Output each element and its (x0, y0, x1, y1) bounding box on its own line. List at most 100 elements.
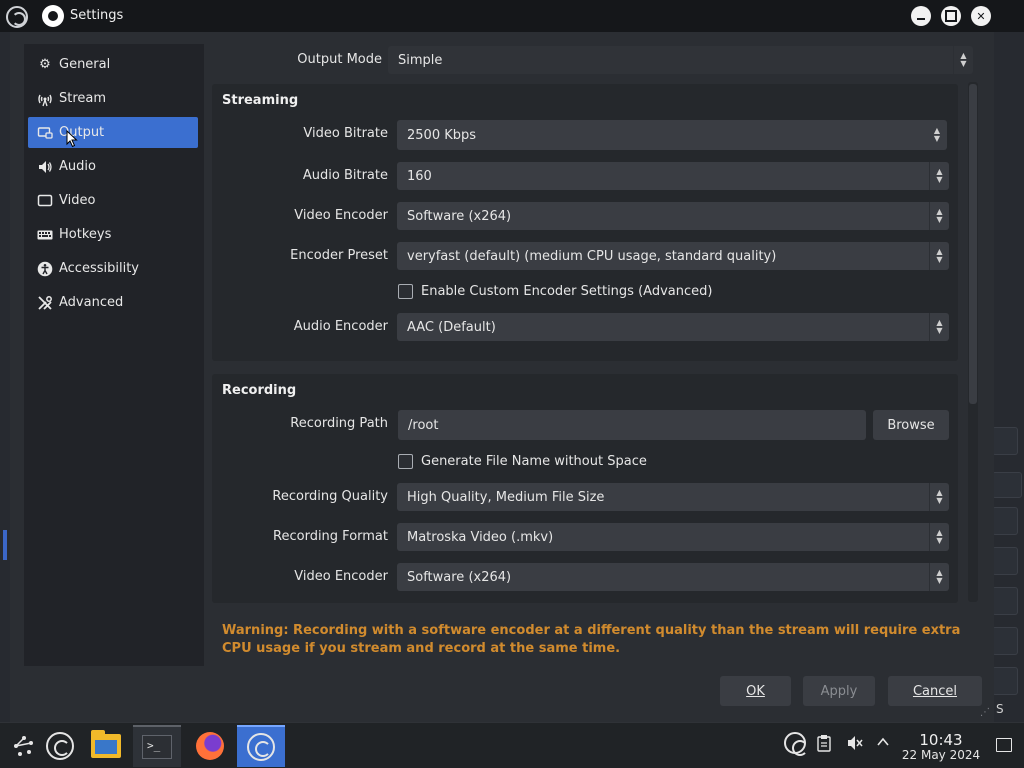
speaker-icon (37, 159, 53, 175)
ok-button-label: OK (746, 683, 765, 699)
sidebar-item-label: Hotkeys (59, 227, 112, 242)
video-encoder-label: Video Encoder (294, 208, 388, 223)
background-control (992, 427, 1018, 455)
audio-bitrate-select[interactable]: 160 ▲ ▼ (397, 162, 949, 190)
obs-icon (247, 733, 275, 761)
settings-scrollbar[interactable] (968, 82, 978, 602)
chevron-updown-icon: ▲ ▼ (929, 523, 949, 551)
wrench-icon (37, 295, 53, 311)
video-bitrate-spinbox[interactable]: 2500 Kbps ▲ ▼ (397, 120, 947, 150)
spin-arrows-icon[interactable]: ▲ ▼ (927, 120, 947, 150)
title-bar[interactable]: Settings (0, 0, 1024, 32)
settings-sidebar: ⚙ General Stream Output Audio Video Hotk… (24, 44, 204, 666)
taskbar-obs-active[interactable] (237, 725, 285, 767)
recording-path-value: /root (408, 417, 439, 433)
recording-group-title: Recording (222, 383, 297, 398)
chevron-updown-icon: ▲ ▼ (929, 563, 949, 591)
chevron-updown-icon: ▲ ▼ (929, 313, 949, 341)
clock-time: 10:43 (919, 731, 963, 749)
background-text: S (996, 702, 1004, 716)
clipboard-icon[interactable] (816, 734, 832, 756)
sidebar-item-advanced[interactable]: Advanced (28, 287, 198, 318)
recording-quality-value: High Quality, Medium File Size (407, 489, 605, 505)
sidebar-item-video[interactable]: Video (28, 185, 198, 216)
resize-grip-icon[interactable]: ⋰ (980, 707, 990, 718)
video-bitrate-value: 2500 Kbps (407, 127, 477, 143)
encoder-preset-select[interactable]: veryfast (default) (medium CPU usage, st… (397, 242, 949, 270)
sidebar-item-label: Accessibility (59, 261, 139, 276)
recording-video-encoder-label: Video Encoder (294, 569, 388, 584)
audio-encoder-select[interactable]: AAC (Default) ▲ ▼ (397, 313, 949, 341)
recording-video-encoder-value: Software (x264) (407, 569, 512, 585)
background-control (992, 547, 1018, 575)
streaming-group-title: Streaming (222, 93, 299, 108)
sidebar-item-accessibility[interactable]: Accessibility (28, 253, 198, 284)
encoder-preset-value: veryfast (default) (medium CPU usage, st… (407, 248, 777, 264)
taskbar-firefox[interactable] (186, 725, 234, 767)
ok-button[interactable]: OK (720, 676, 791, 706)
recording-format-select[interactable]: Matroska Video (.mkv) ▲ ▼ (397, 523, 949, 551)
clock[interactable]: 10:43 22 May 2024 (896, 732, 986, 762)
sidebar-item-label: Stream (59, 91, 107, 106)
monitor-icon (37, 193, 53, 209)
recording-path-label: Recording Path (290, 416, 388, 431)
streaming-group: Streaming Video Bitrate 2500 Kbps ▲ ▼ Aud… (212, 84, 958, 361)
background-selection-marker (3, 530, 7, 560)
taskbar-obs-launcher[interactable] (36, 725, 84, 767)
sidebar-item-general[interactable]: ⚙ General (28, 49, 198, 80)
gear-icon: ⚙ (39, 57, 51, 72)
scrollbar-thumb[interactable] (969, 84, 977, 404)
recording-format-value: Matroska Video (.mkv) (407, 529, 554, 545)
accessibility-icon (37, 261, 53, 277)
video-encoder-value: Software (x264) (407, 208, 512, 224)
volume-muted-icon[interactable] (846, 734, 864, 756)
sidebar-item-output[interactable]: Output (28, 117, 198, 148)
maximize-button[interactable] (941, 6, 961, 26)
output-mode-select[interactable]: Simple ▲ ▼ (388, 46, 973, 74)
output-mode-value: Simple (398, 52, 443, 68)
background-control (992, 587, 1018, 615)
obs-window-icon (6, 6, 28, 28)
firefox-icon (196, 732, 224, 760)
taskbar: >_ 10:43 22 May 2024 (0, 722, 1024, 768)
tray-obs-icon[interactable] (784, 732, 808, 756)
obs-icon (46, 732, 74, 760)
cancel-button[interactable]: Cancel (888, 676, 982, 706)
checkbox-box[interactable] (398, 284, 413, 299)
custom-encoder-settings-checkbox[interactable]: Enable Custom Encoder Settings (Advanced… (398, 284, 712, 299)
window-title: Settings (70, 8, 124, 23)
sidebar-item-label: General (59, 57, 111, 72)
clock-date: 22 May 2024 (901, 748, 981, 762)
audio-encoder-label: Audio Encoder (293, 319, 388, 334)
background-control (992, 507, 1018, 535)
close-button[interactable] (971, 6, 991, 26)
background-window-left (0, 32, 10, 722)
apply-button[interactable]: Apply (803, 676, 875, 706)
taskbar-file-manager[interactable] (82, 725, 130, 767)
recording-group: Recording Recording Path /root Browse Ge… (212, 374, 958, 603)
background-control (992, 667, 1018, 695)
app-icon (42, 5, 64, 27)
video-encoder-select[interactable]: Software (x264) ▲ ▼ (397, 202, 949, 230)
encoder-preset-label: Encoder Preset (290, 248, 388, 263)
terminal-icon: >_ (142, 735, 172, 759)
sidebar-item-audio[interactable]: Audio (28, 151, 198, 182)
minimize-button[interactable] (911, 6, 931, 26)
chevron-updown-icon: ▲ ▼ (929, 483, 949, 511)
sidebar-item-label: Audio (59, 159, 96, 174)
browse-button[interactable]: Browse (873, 410, 949, 440)
output-mode-label: Output Mode (297, 52, 382, 67)
sidebar-item-stream[interactable]: Stream (28, 83, 198, 114)
sidebar-item-hotkeys[interactable]: Hotkeys (28, 219, 198, 250)
background-control (992, 627, 1018, 655)
taskbar-terminal[interactable]: >_ (133, 725, 181, 767)
show-desktop-button[interactable] (996, 738, 1012, 752)
chevron-up-icon[interactable] (876, 734, 890, 753)
output-icon (37, 125, 53, 141)
no-space-filename-label: Generate File Name without Space (421, 454, 647, 469)
recording-path-input[interactable]: /root (398, 410, 866, 440)
recording-video-encoder-select[interactable]: Software (x264) ▲ ▼ (397, 563, 949, 591)
recording-quality-select[interactable]: High Quality, Medium File Size ▲ ▼ (397, 483, 949, 511)
checkbox-box[interactable] (398, 454, 413, 469)
no-space-filename-checkbox[interactable]: Generate File Name without Space (398, 454, 647, 469)
